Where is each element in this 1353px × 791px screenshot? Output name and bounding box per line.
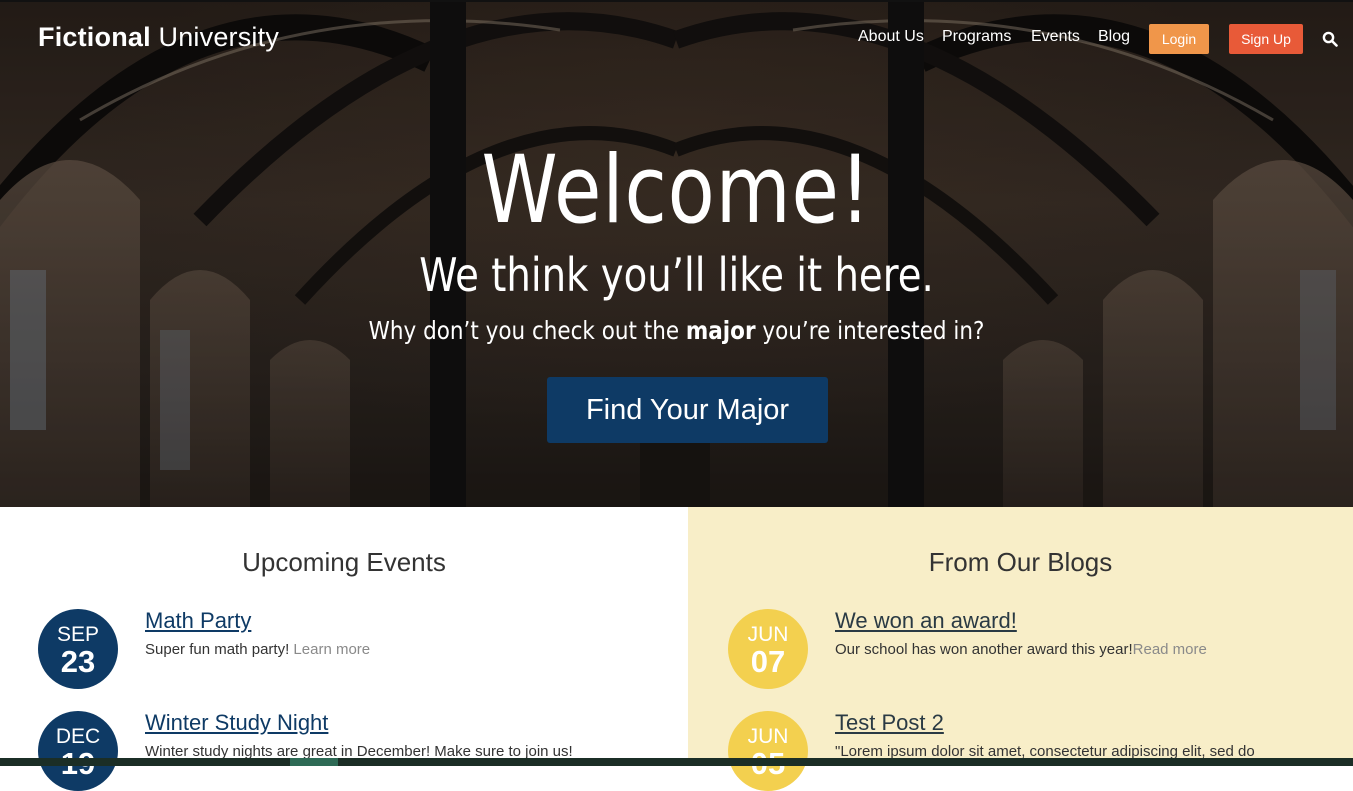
- nav-about-us[interactable]: About Us: [858, 28, 924, 46]
- site-header: Fictional University About Us Programs E…: [0, 0, 1353, 74]
- hero-question: Why don’t you check out the major you’re…: [95, 316, 1259, 345]
- hero-title: Welcome!: [481, 136, 872, 245]
- event-excerpt: Super fun math party! Learn more: [145, 641, 370, 658]
- blog-month: JUN: [747, 725, 789, 748]
- event-title-link[interactable]: Winter Study Night: [145, 710, 328, 736]
- blog-title-link[interactable]: Test Post 2: [835, 710, 944, 736]
- signup-button[interactable]: Sign Up: [1229, 24, 1303, 54]
- hero-question-end: you’re interested in?: [755, 316, 985, 345]
- blogs-heading: From Our Blogs: [928, 547, 1113, 577]
- blog-excerpt-text: Our school has won another award this ye…: [835, 641, 1133, 658]
- event-month: DEC: [55, 725, 101, 748]
- bottom-bar: [0, 758, 1353, 766]
- blog-date-badge[interactable]: JUN 05: [728, 711, 808, 791]
- hero-section: Fictional University About Us Programs E…: [0, 0, 1353, 507]
- blog-day: 07: [750, 644, 786, 679]
- event-date-badge[interactable]: DEC 19: [38, 711, 118, 791]
- nav-blog[interactable]: Blog: [1098, 28, 1130, 46]
- find-your-major-button[interactable]: Find Your Major: [547, 377, 828, 443]
- hero-question-bold: major: [685, 316, 756, 345]
- upcoming-events-section: Upcoming Events SEP 23 Math Party Super …: [0, 507, 688, 791]
- event-date-badge[interactable]: SEP 23: [38, 609, 118, 689]
- event-month: SEP: [56, 623, 100, 646]
- bottom-bar-tab: [290, 758, 338, 766]
- blog-title-link[interactable]: We won an award!: [835, 608, 1017, 634]
- event-day: 23: [60, 644, 96, 679]
- events-heading: Upcoming Events: [242, 547, 446, 577]
- blog-excerpt: Our school has won another award this ye…: [835, 641, 1207, 658]
- blog-month: JUN: [747, 623, 789, 646]
- nav-programs[interactable]: Programs: [942, 28, 1011, 46]
- event-excerpt-text: Super fun math party!: [145, 641, 294, 658]
- learn-more-link[interactable]: Learn more: [293, 641, 370, 658]
- login-button[interactable]: Login: [1149, 24, 1209, 54]
- read-more-link[interactable]: Read more: [1133, 641, 1207, 658]
- event-title-link[interactable]: Math Party: [145, 608, 251, 634]
- blogs-section: From Our Blogs JUN 07 We won an award! O…: [688, 507, 1353, 791]
- blog-date-badge[interactable]: JUN 07: [728, 609, 808, 689]
- search-icon[interactable]: [1322, 31, 1338, 47]
- hero-question-start: Why don’t you check out the: [368, 316, 686, 345]
- hero-subtitle: We think you’ll like it here.: [419, 248, 934, 302]
- nav-events[interactable]: Events: [1031, 28, 1080, 46]
